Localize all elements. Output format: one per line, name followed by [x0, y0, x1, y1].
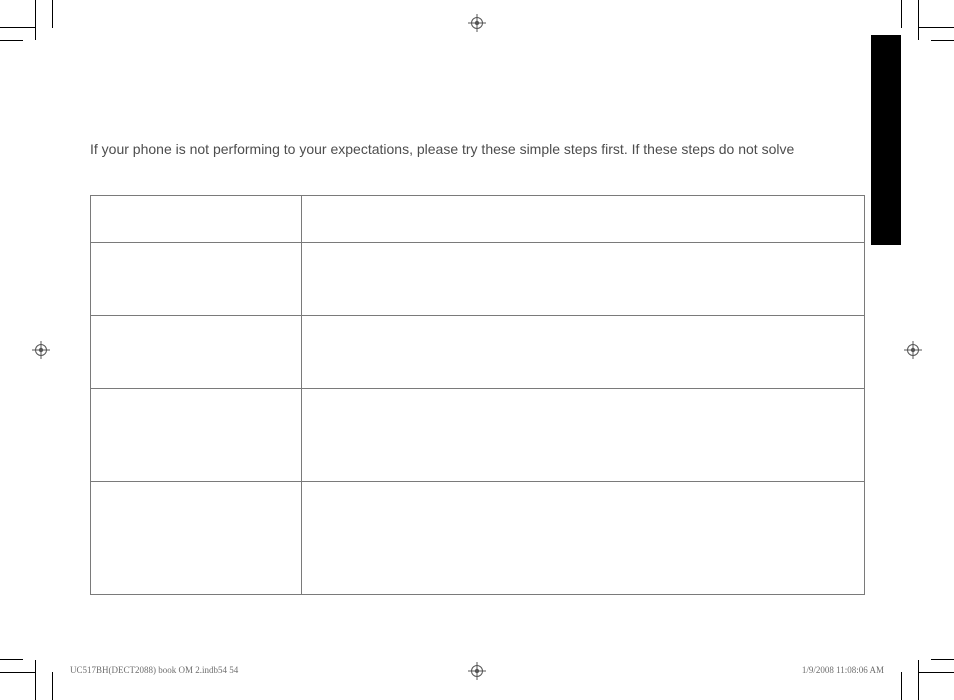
footer-right-text: 1/9/2008 11:08:06 AM — [802, 665, 884, 675]
table-cell — [91, 196, 302, 243]
intro-paragraph: If your phone is not performing to your … — [90, 140, 864, 158]
registration-mark-icon — [32, 341, 50, 359]
table-cell — [91, 243, 302, 316]
crop-mark-bottom-left — [0, 650, 60, 700]
registration-mark-icon — [468, 14, 486, 32]
footer-left-text: UC517BH(DECT2088) book OM 2.indb54 54 — [70, 665, 238, 675]
registration-mark-icon — [904, 341, 922, 359]
table-cell — [91, 389, 302, 482]
table-row — [91, 316, 865, 389]
table-cell — [302, 243, 865, 316]
troubleshooting-table — [90, 195, 865, 595]
table-cell — [91, 482, 302, 595]
section-tab — [871, 35, 901, 245]
table-row — [91, 196, 865, 243]
crop-mark-top-left — [0, 0, 60, 50]
table-cell — [302, 389, 865, 482]
table-row — [91, 243, 865, 316]
crop-mark-bottom-right — [894, 650, 954, 700]
table-row — [91, 482, 865, 595]
table-cell — [91, 316, 302, 389]
table-cell — [302, 316, 865, 389]
table-cell — [302, 482, 865, 595]
print-footer: UC517BH(DECT2088) book OM 2.indb54 54 1/… — [70, 665, 884, 675]
table-cell — [302, 196, 865, 243]
crop-mark-top-right — [894, 0, 954, 50]
table-row — [91, 389, 865, 482]
